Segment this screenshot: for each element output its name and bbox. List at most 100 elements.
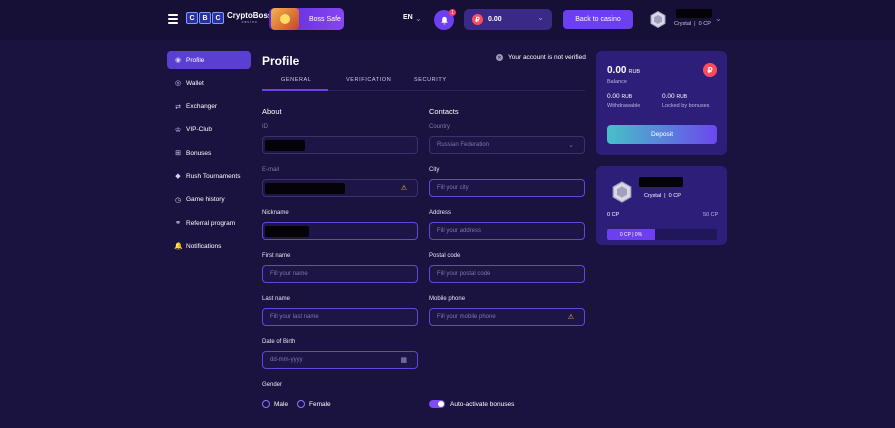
vip-rank: Crystal | 0 CP	[644, 193, 681, 199]
close-circle-icon: ✕	[496, 54, 503, 61]
sidebar-item-bonuses[interactable]: ⊞ Bonuses	[167, 144, 251, 162]
gender-male-option[interactable]: Male	[262, 400, 288, 408]
last-name-field[interactable]: Fill your last name	[262, 308, 418, 326]
country-label: Country	[429, 124, 451, 130]
address-label: Address	[429, 210, 452, 216]
tab-verification[interactable]: VERIFICATION	[346, 77, 391, 83]
nickname-label: Nickname	[262, 210, 289, 216]
gift-icon: ⊞	[175, 150, 181, 158]
sidebar-item-referral-program[interactable]: ⚭ Referral program	[167, 214, 251, 232]
verification-notice: ✕ Your account is not verified	[496, 54, 586, 61]
dob-field[interactable]: dd-mm-yyyy ▦	[262, 351, 418, 369]
chevron-down-icon: ⌄	[537, 13, 544, 22]
sidebar-item-rush-tournaments[interactable]: ◆ Rush Tournaments	[167, 167, 251, 185]
auto-activate-bonuses-toggle[interactable]: Auto-activate bonuses	[429, 400, 514, 408]
chevron-down-icon[interactable]: ⌄	[715, 14, 722, 23]
username-redacted	[639, 177, 683, 187]
language-selector[interactable]: EN	[403, 14, 413, 21]
bell-icon	[440, 16, 448, 24]
vip-progress-end: 50 CP	[703, 212, 719, 218]
withdrawable-amount: 0.00 RUB	[607, 93, 633, 100]
logo-mark: C B C	[186, 12, 224, 24]
id-field	[262, 136, 418, 154]
sidebar-item-wallet[interactable]: ◎ Wallet	[167, 74, 251, 92]
radio-button[interactable]	[262, 400, 270, 408]
crown-icon: ♔	[174, 126, 182, 134]
first-name-field[interactable]: Fill your name	[262, 265, 418, 283]
postal-code-label: Postal code	[429, 253, 461, 259]
calendar-icon[interactable]: ▦	[400, 356, 407, 364]
email-field[interactable]: ⚠	[262, 179, 418, 197]
user-circle-icon: ◉	[174, 57, 182, 64]
exchange-icon: ⇄	[175, 103, 181, 111]
nickname-field[interactable]	[262, 222, 418, 240]
boss-safe-label: Boss Safe	[309, 15, 341, 23]
header-balance: 0.00	[488, 16, 502, 23]
ruble-coin-icon: ₽	[472, 14, 483, 25]
profile-tabs: GENERAL VERIFICATION SECURITY	[262, 73, 585, 91]
notification-count-badge: 1	[449, 9, 456, 16]
last-name-label: Last name	[262, 296, 291, 302]
mobile-phone-field[interactable]: Fill your mobile phone ⚠	[429, 308, 585, 326]
sidebar-item-exchanger[interactable]: ⇄ Exchanger	[167, 98, 251, 116]
dob-label: Date of Birth	[262, 339, 296, 345]
country-select: Russian Federation ⌄	[429, 136, 585, 154]
chevron-down-icon: ⌄	[568, 142, 574, 149]
warning-icon: ⚠	[400, 185, 407, 192]
tab-general[interactable]: GENERAL	[281, 77, 312, 83]
username-redacted	[676, 9, 712, 18]
referral-icon: ⚭	[175, 220, 181, 228]
postal-code-field[interactable]: Fill your postal code	[429, 265, 585, 283]
back-to-casino-button[interactable]: Back to casino	[563, 10, 633, 29]
page-title: Profile	[262, 54, 300, 68]
wallet-icon: ◎	[174, 80, 182, 88]
contacts-heading: Contacts	[429, 107, 459, 116]
treasure-chest-icon	[271, 8, 299, 30]
warning-icon: ⚠	[567, 314, 574, 321]
first-name-label: First name	[262, 253, 291, 259]
mobile-phone-label: Mobile phone	[429, 296, 466, 302]
about-heading: About	[262, 107, 282, 116]
city-field[interactable]: Fill your city	[429, 179, 585, 197]
diamond-icon: ◆	[175, 173, 181, 181]
user-rank: Crystal | 0 CP	[674, 21, 711, 27]
vip-progress-bar: 0 CP | 0%	[607, 229, 717, 240]
deposit-button[interactable]: Deposit	[607, 125, 717, 144]
chevron-down-icon[interactable]: ⌄	[415, 14, 422, 23]
city-label: City	[429, 167, 440, 173]
toggle-switch[interactable]	[429, 400, 445, 408]
crystal-rank-icon	[612, 181, 632, 203]
bell-icon: 🔔	[174, 243, 183, 251]
vip-progress-card: Crystal | 0 CP 0 CP 50 CP 0 CP | 0%	[596, 166, 727, 245]
brand-sub: casino	[241, 20, 258, 24]
locked-amount: 0.00 RUB	[662, 93, 688, 100]
redacted-value	[265, 226, 309, 237]
clock-icon: ◷	[174, 196, 182, 204]
gender-label: Gender	[262, 382, 283, 388]
address-field[interactable]: Fill your address	[429, 222, 585, 240]
sidebar-item-vip-club[interactable]: ♔ VIP-Club	[167, 121, 251, 139]
radio-button[interactable]	[297, 400, 305, 408]
locked-label: Locked by bonuses	[662, 103, 710, 109]
sidebar-item-profile[interactable]: ◉ Profile	[167, 51, 251, 69]
sidebar-item-game-history[interactable]: ◷ Game history	[167, 191, 251, 209]
balance-selector[interactable]: ₽ 0.00 ⌄	[464, 9, 552, 30]
gender-female-option[interactable]: Female	[297, 400, 331, 408]
withdrawable-label: Withdrawable	[607, 103, 641, 109]
sidebar-item-notifications[interactable]: 🔔 Notifications	[167, 237, 251, 255]
boss-safe-button[interactable]: Boss Safe	[269, 8, 344, 30]
redacted-value	[265, 140, 305, 151]
vip-progress-start: 0 CP	[607, 212, 620, 218]
menu-icon[interactable]	[168, 14, 178, 24]
brand-logo[interactable]: C B C CryptoBoss casino	[186, 12, 272, 24]
vip-progress-text: 0 CP | 0%	[619, 231, 643, 238]
balance-label: Balance	[607, 79, 627, 85]
id-label: ID	[262, 124, 268, 130]
crystal-rank-icon[interactable]	[650, 11, 666, 28]
tab-security[interactable]: SECURITY	[414, 77, 447, 83]
balance-card: 0.00 RUB Balance ₽ 0.00 RUB Withdrawable …	[596, 51, 727, 155]
active-tab-indicator	[262, 89, 328, 91]
brand-name: CryptoBoss	[227, 11, 273, 20]
top-header: C B C CryptoBoss casino Boss Safe EN ⌄ 1…	[0, 0, 895, 40]
profile-sidebar: ◉ Profile ◎ Wallet ⇄ Exchanger ♔ VIP-Club ⊞ B…	[167, 51, 251, 261]
